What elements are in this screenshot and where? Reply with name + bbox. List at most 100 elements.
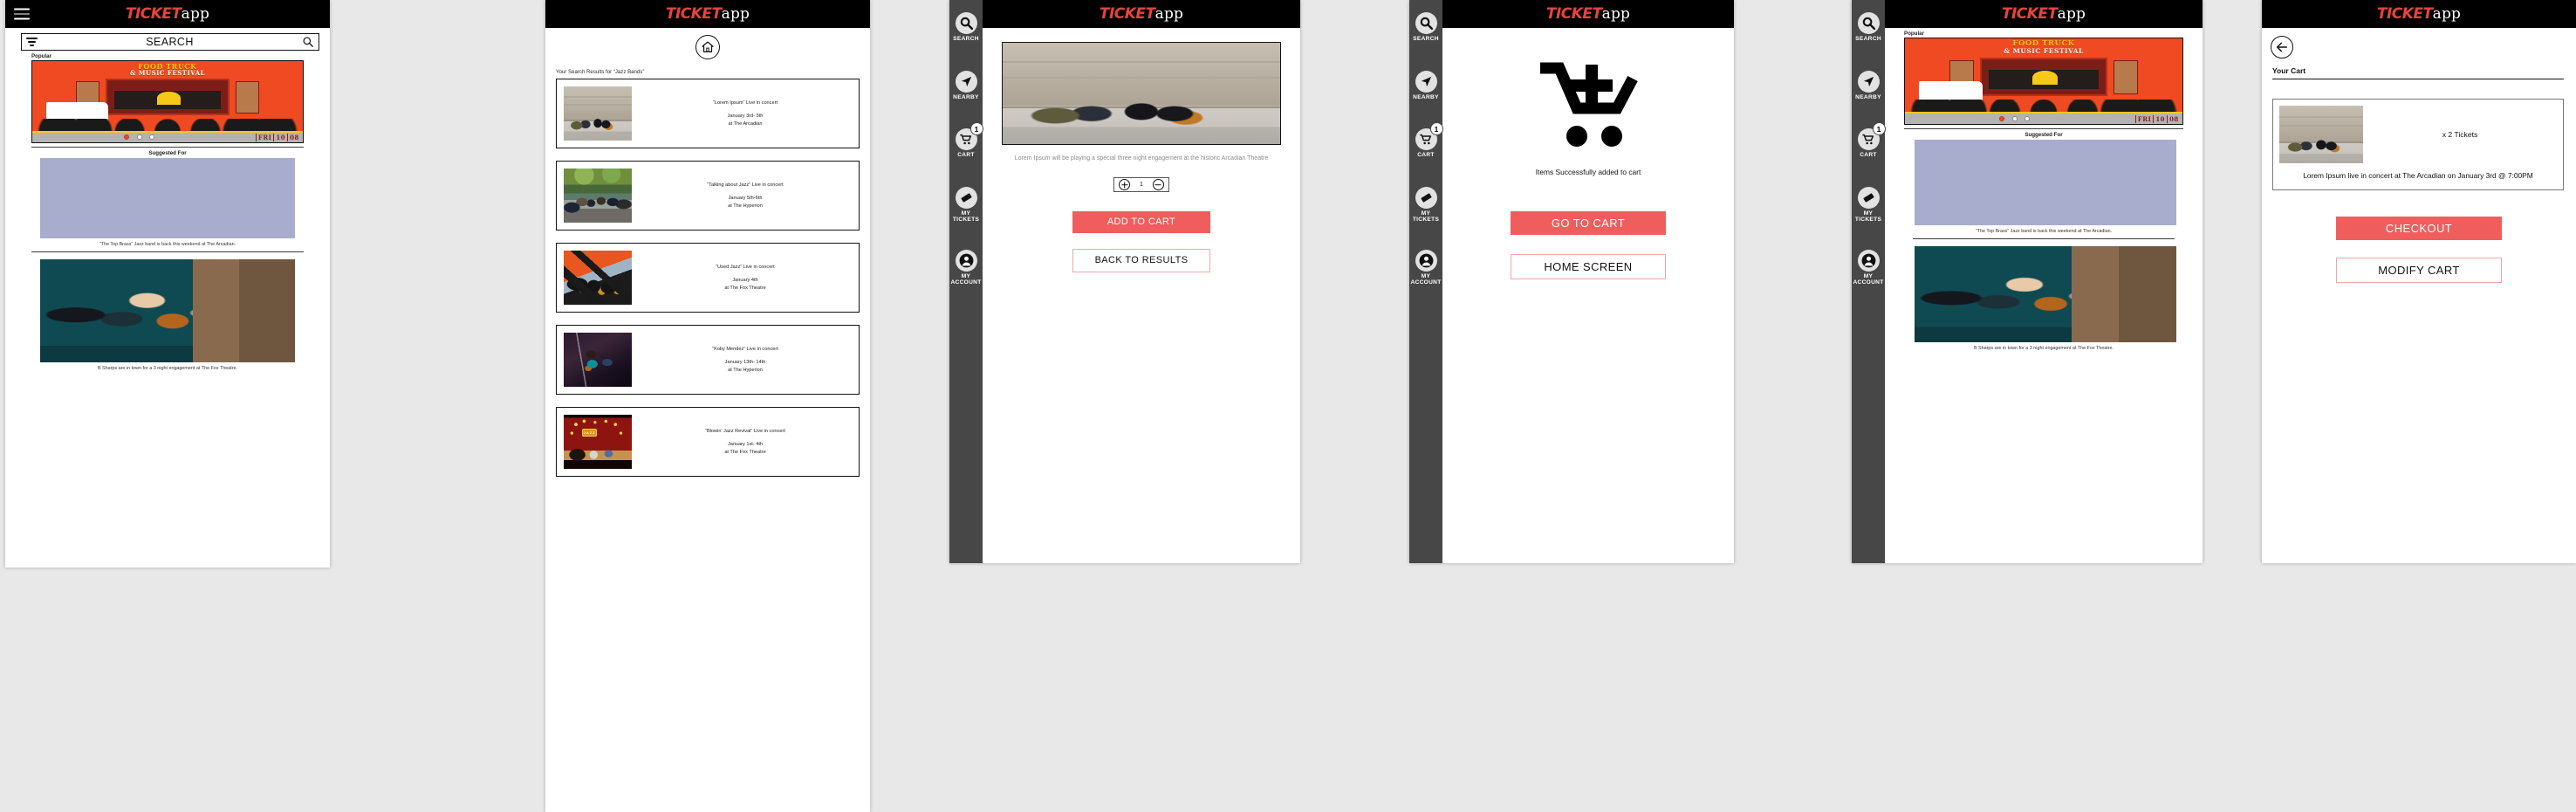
person-icon[interactable] xyxy=(1857,249,1880,272)
navigation-arrow-icon[interactable] xyxy=(1415,70,1437,93)
hamburger-icon[interactable] xyxy=(14,8,30,20)
navigation-arrow-icon[interactable] xyxy=(955,70,977,93)
ticket-icon[interactable] xyxy=(955,186,977,209)
home-icon[interactable] xyxy=(695,35,720,59)
person-icon[interactable] xyxy=(955,249,977,272)
result-card-3[interactable]: “Used Jazz” Live in concert January 4th … xyxy=(556,243,860,313)
result-date-5: January 1st- 4th xyxy=(727,442,764,448)
result-meta-3: “Used Jazz” Live in concert January 4th … xyxy=(639,264,852,292)
result-card-5[interactable]: JAZZ “Blowin’ Jazz Revival” Live in conc… xyxy=(556,407,860,477)
carousel-dot-1[interactable] xyxy=(124,134,130,141)
poster-date-chip: FRI 10 08 xyxy=(2134,114,2179,123)
brand-part1: TICKET xyxy=(2376,5,2433,23)
result-venue-2: at The Hyperion xyxy=(728,203,763,209)
search-icon[interactable] xyxy=(955,12,977,34)
rail-item-my-account[interactable]: MY ACCOUNT xyxy=(949,249,983,286)
ticket-icon[interactable] xyxy=(1857,186,1880,209)
brand-part2: app xyxy=(181,5,210,23)
success-message: Items Successfully added to cart xyxy=(1535,168,1641,176)
search-icon[interactable] xyxy=(302,36,314,48)
search-icon[interactable] xyxy=(1415,12,1437,34)
rail-item-my-tickets[interactable]: MY TICKETS xyxy=(949,186,983,224)
home-screen-button[interactable]: HOME SCREEN xyxy=(1511,254,1666,279)
jazz-neon-sign: JAZZ xyxy=(582,429,598,437)
ticket-icon[interactable] xyxy=(1415,186,1437,209)
popular-festival-poster[interactable]: FOOD TRUCK & MUSIC FESTIVAL FRI 10 08 xyxy=(31,60,304,143)
result-venue-1: at The Arcadian xyxy=(728,120,763,127)
app-brand-results: TICKETapp xyxy=(666,6,750,22)
add-to-cart-button[interactable]: ADD TO CART xyxy=(1072,211,1210,234)
decrement-button[interactable] xyxy=(1152,179,1164,191)
carousel-dot-2[interactable] xyxy=(136,134,142,141)
search-input[interactable]: SEARCH xyxy=(38,36,302,48)
result-title-4: “Koby Mendez” Live in concert xyxy=(712,346,778,352)
carousel-dot-3[interactable] xyxy=(148,134,154,141)
suggested-image-top-brass[interactable] xyxy=(40,158,295,238)
result-title-5: “Blowin’ Jazz Revival” Live in concert xyxy=(705,428,785,434)
poster-crowd xyxy=(1905,99,2182,114)
search-icon[interactable] xyxy=(1857,12,1880,34)
rail-item-cart[interactable]: 1 CART xyxy=(949,122,983,159)
phone-screen-search-results: TICKETapp Your Search Results for “Jazz … xyxy=(545,0,870,812)
filter-icon[interactable] xyxy=(26,38,38,46)
nav-rail-home2: SEARCH NEARBY 1 CART MY TICKETS MY ACCOU… xyxy=(1852,0,1886,563)
result-card-2[interactable]: “Talking about Jazz” Live in concert Jan… xyxy=(556,161,860,231)
result-card-4[interactable]: “Koby Mendez” Live in concert January 13… xyxy=(556,325,860,395)
app-topbar-cart: TICKETapp xyxy=(2262,0,2576,28)
rail-item-search[interactable]: SEARCH xyxy=(949,12,983,43)
carousel-dot-3[interactable] xyxy=(2024,116,2030,122)
carousel-dot-1[interactable] xyxy=(1999,116,2005,122)
navigation-arrow-icon[interactable] xyxy=(1857,70,1880,93)
poster-crowd xyxy=(32,119,303,132)
brand-part2: app xyxy=(2432,5,2462,23)
suggested-image-top-brass[interactable] xyxy=(1915,140,2176,225)
brand-part2: app xyxy=(1154,5,1184,23)
result-meta-5: “Blowin’ Jazz Revival” Live in concert J… xyxy=(639,428,852,457)
cart-icon[interactable]: 1 xyxy=(1415,122,1443,151)
app-topbar-detail: TICKETapp xyxy=(983,0,1300,28)
increment-button[interactable] xyxy=(1119,179,1131,191)
go-to-cart-button[interactable]: GO TO CART xyxy=(1511,211,1666,235)
cart-line-item: x 2 Tickets Lorem Ipsum live in concert … xyxy=(2272,99,2564,191)
rail-item-search[interactable]: SEARCH xyxy=(1409,12,1442,43)
result-card-1[interactable]: “Lorem Ipsum” Live in concert January 3r… xyxy=(556,79,860,148)
rail-item-search[interactable]: SEARCH xyxy=(1852,12,1885,43)
rail-item-my-account[interactable]: MY ACCOUNT xyxy=(1409,249,1442,286)
results-heading: Your Search Results for “Jazz Bands” xyxy=(556,69,645,75)
modify-cart-button[interactable]: MODIFY CART xyxy=(2336,258,2502,284)
cart-icon[interactable]: 1 xyxy=(955,122,983,151)
cart-icon[interactable]: 1 xyxy=(1857,122,1886,151)
rail-label-cart: CART xyxy=(1860,152,1877,159)
back-arrow-icon[interactable] xyxy=(2271,36,2293,58)
result-thumbnail-3 xyxy=(564,251,632,305)
home-glyph xyxy=(702,41,714,52)
rail-item-my-account[interactable]: MY ACCOUNT xyxy=(1852,249,1885,286)
rail-item-nearby[interactable]: NEARBY xyxy=(1852,70,1885,101)
screen-body-success: Items Successfully added to cart GO TO C… xyxy=(1442,58,1734,563)
result-title-2: “Talking about Jazz” Live in concert xyxy=(707,182,784,188)
result-meta-2: “Talking about Jazz” Live in concert Jan… xyxy=(639,182,852,210)
quantity-stepper[interactable]: 1 xyxy=(1113,177,1169,193)
nav-rail-detail: SEARCH NEARBY 1 CART MY TICKETS MY ACCOU… xyxy=(949,0,983,563)
person-icon[interactable] xyxy=(1415,249,1437,272)
poster-speaker-right xyxy=(2113,59,2139,94)
rail-item-cart[interactable]: 1 CART xyxy=(1409,122,1443,159)
checkout-button[interactable]: CHECKOUT xyxy=(2336,217,2502,241)
screen-body-detail: Lorem Ipsum will be playing a special th… xyxy=(983,28,1300,563)
brand-part1: TICKET xyxy=(665,5,722,23)
rail-item-cart[interactable]: 1 CART xyxy=(1852,122,1886,159)
rail-label-nearby: NEARBY xyxy=(1855,93,1881,100)
rail-item-my-tickets[interactable]: MY TICKETS xyxy=(1409,186,1442,224)
rail-item-nearby[interactable]: NEARBY xyxy=(949,70,983,101)
app-topbar-home2: TICKETapp xyxy=(1885,0,2203,28)
app-brand-cart: TICKETapp xyxy=(2377,6,2461,22)
back-to-results-button[interactable]: BACK TO RESULTS xyxy=(1072,249,1210,273)
carousel-dot-2[interactable] xyxy=(2011,116,2018,122)
popular-festival-poster[interactable]: FOOD TRUCK & MUSIC FESTIVAL FRI 10 08 xyxy=(1904,38,2183,125)
suggested-image-b-sharps[interactable] xyxy=(1915,246,2176,343)
suggested-image-b-sharps[interactable] xyxy=(40,259,295,363)
rail-item-my-tickets[interactable]: MY TICKETS xyxy=(1852,186,1885,224)
rail-item-nearby[interactable]: NEARBY xyxy=(1409,70,1442,101)
search-bar[interactable]: SEARCH xyxy=(21,33,319,51)
popular-section-label: Popular xyxy=(1904,31,1925,37)
